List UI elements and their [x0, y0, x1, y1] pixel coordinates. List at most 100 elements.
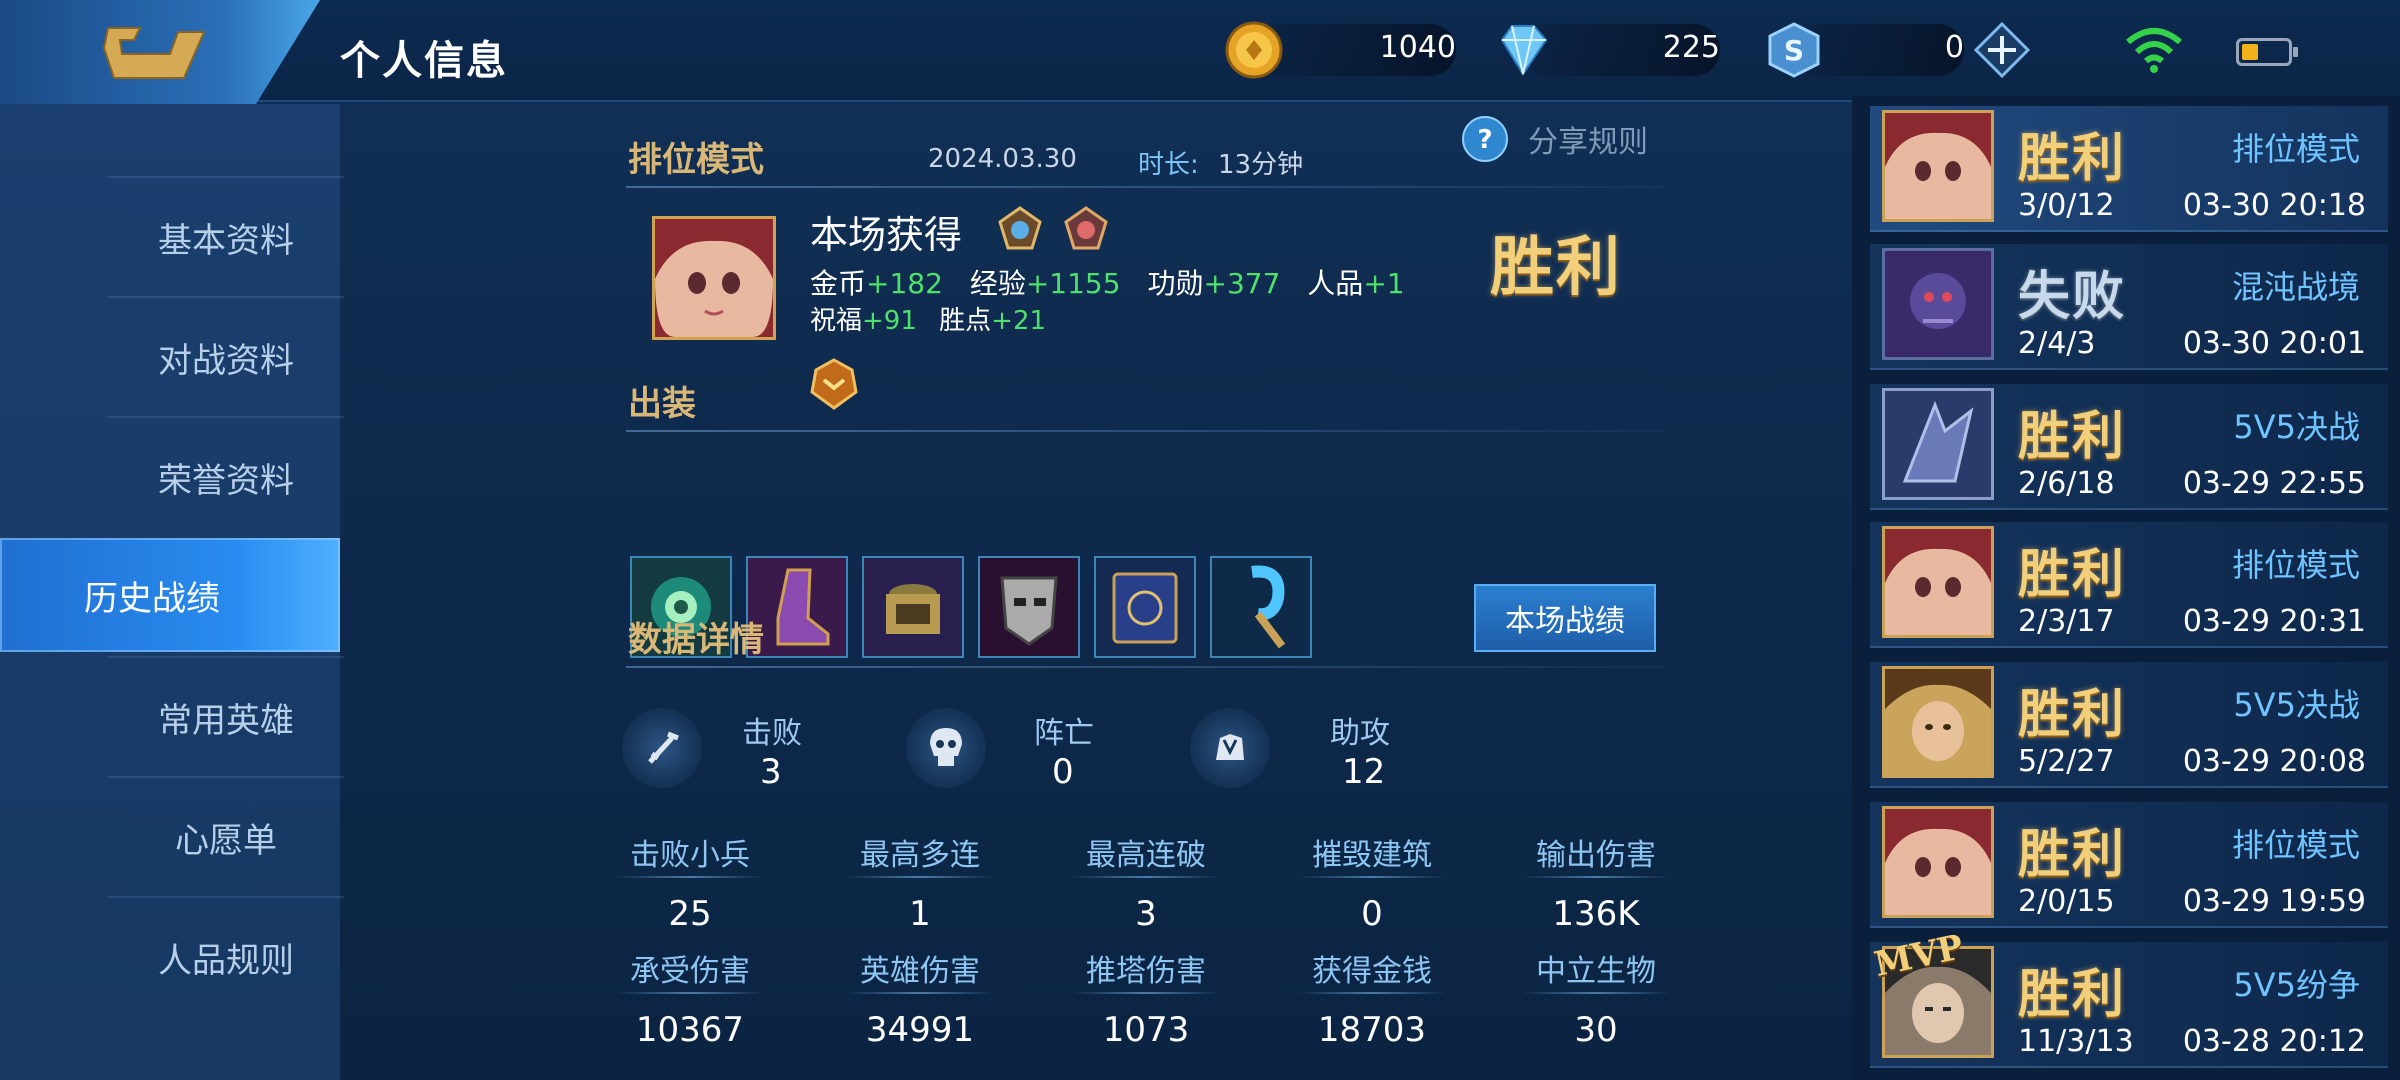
history-mode: 5V5决战	[2233, 408, 2360, 446]
stat-label: 英雄伤害	[860, 954, 980, 989]
share-rules-label: 分享规则	[1528, 125, 1648, 160]
match-result: 胜利	[1490, 230, 1622, 305]
history-time: 03-29 22:55	[2182, 466, 2366, 501]
history-item[interactable]: 胜利 2/6/18 5V5决战 03-29 22:55	[1852, 378, 2400, 516]
hero-thumbnail	[1882, 666, 1994, 778]
reward-value: +377	[1203, 267, 1281, 300]
reward-value: +1	[1363, 267, 1405, 300]
equipment-item-3[interactable]	[862, 556, 964, 658]
add-currency-button[interactable]	[1974, 22, 2030, 78]
divider	[845, 992, 995, 994]
divider	[1297, 992, 1447, 994]
equipment-title: 出装	[628, 384, 696, 424]
equipment-item-5[interactable]	[1094, 556, 1196, 658]
history-time: 03-30 20:01	[2182, 326, 2366, 361]
kills-label: 击败	[742, 716, 802, 751]
hero-thumbnail	[1882, 526, 1994, 638]
history-item[interactable]: MVP 胜利 11/3/13 5V5纷争 03-28 20:12	[1852, 927, 2400, 1074]
sidebar-item-basic-info[interactable]: 基本资料	[108, 176, 344, 296]
voucher-icon: S	[1768, 22, 1820, 78]
history-time: 03-29 20:08	[2182, 744, 2366, 779]
hero-thumbnail	[1882, 388, 1994, 500]
hero-thumbnail	[1882, 248, 1994, 360]
divider	[1071, 992, 1221, 994]
history-time: 03-29 19:59	[2182, 884, 2366, 919]
history-result: 胜利	[2018, 406, 2127, 467]
rewards-line-1: 金币+182 经验+1155 功勋+377 人品+1	[810, 262, 1405, 302]
history-kda: 2/3/17	[2018, 604, 2115, 639]
match-scoreboard-button[interactable]: 本场战绩	[1474, 584, 1656, 652]
kill-icon	[622, 708, 702, 788]
divider	[1071, 876, 1221, 878]
match-detail-panel: 排位模式 2024.03.30 时长: 13分钟 ? 分享规则 本场获得 胜利 …	[340, 104, 1860, 1080]
history-mode: 混沌战境	[2231, 268, 2360, 306]
match-date: 2024.03.30	[928, 144, 1077, 174]
gold-value: 1040	[1379, 30, 1456, 65]
sidebar-item-battle-info[interactable]: 对战资料	[108, 296, 344, 416]
history-time: 03-30 20:18	[2182, 188, 2366, 223]
history-item[interactable]: 胜利 3/0/12 排位模式 03-30 20:18	[1852, 100, 2400, 238]
history-result: 胜利	[2018, 824, 2127, 885]
history-item[interactable]: 胜利 5/2/27 5V5决战 03-29 20:08	[1852, 656, 2400, 794]
reward-label: 人品	[1307, 267, 1364, 300]
reward-value: +21	[991, 306, 1047, 336]
stat-label: 摧毁建筑	[1312, 838, 1432, 873]
stat-label: 获得金钱	[1312, 954, 1432, 989]
stat-label: 推塔伤害	[1086, 954, 1206, 989]
history-item[interactable]: 胜利 2/3/17 排位模式 03-29 20:31	[1852, 516, 2400, 654]
gold-counter: 1040	[1224, 20, 1456, 80]
history-mode: 排位模式	[2231, 546, 2360, 584]
share-rules-button[interactable]: ? 分享规则	[1460, 114, 1648, 164]
reward-label: 胜点	[939, 306, 992, 336]
assist-icon	[1190, 708, 1270, 788]
history-mode: 5V5纷争	[2233, 966, 2360, 1004]
stat-value: 1073	[1102, 1010, 1190, 1050]
sidebar-item-honor-info[interactable]: 荣誉资料	[108, 416, 344, 536]
voucher-value: 0	[1944, 30, 1964, 65]
reward-value: +91	[862, 306, 917, 336]
match-history-list: 胜利 3/0/12 排位模式 03-30 20:18 失败 2/4/3 混沌战境…	[1852, 96, 2400, 1080]
history-kda: 5/2/27	[2018, 744, 2115, 779]
history-kda: 2/4/3	[2018, 326, 2096, 361]
reward-value: +1155	[1025, 267, 1121, 300]
assists-label: 助攻	[1330, 716, 1390, 751]
divider	[1521, 876, 1671, 878]
sidebar-item-credit-rules[interactable]: 人品规则	[108, 896, 344, 1016]
equipment-item-6[interactable]	[1210, 556, 1312, 658]
reward-label: 祝福	[810, 306, 863, 336]
skill-badge-icon	[810, 358, 858, 410]
diamond-icon	[1500, 25, 1548, 76]
assists-value: 12	[1342, 752, 1386, 792]
sidebar-item-common-heroes[interactable]: 常用英雄	[108, 656, 344, 776]
history-item[interactable]: 失败 2/4/3 混沌战境 03-30 20:01	[1852, 238, 2400, 376]
voucher-counter: S 0	[1764, 20, 1964, 80]
stat-value: 1	[909, 894, 931, 934]
stat-value: 0	[1361, 894, 1383, 934]
obtained-title: 本场获得	[810, 213, 963, 257]
history-result: 失败	[2018, 266, 2127, 327]
rank-badge-icon	[1064, 206, 1108, 250]
divider	[626, 666, 1666, 668]
kills-value: 3	[760, 752, 782, 792]
history-item[interactable]: 胜利 2/0/15 排位模式 03-29 19:59	[1852, 796, 2400, 934]
question-icon: ?	[1462, 116, 1508, 162]
stat-value: 30	[1574, 1010, 1618, 1050]
rewards-line-2: 祝福+91 胜点+21	[810, 300, 1046, 337]
stat-value: 34991	[865, 1010, 975, 1050]
sidebar-item-label: 基本资料	[158, 220, 294, 261]
equipment-item-4[interactable]	[978, 556, 1080, 658]
history-time: 03-28 20:12	[2182, 1024, 2366, 1059]
reward-label: 经验	[969, 267, 1026, 300]
gold-coin-icon	[1225, 21, 1283, 79]
stat-label: 中立生物	[1536, 954, 1656, 989]
sidebar-item-match-history[interactable]: 历史战绩	[0, 538, 340, 652]
sidebar-item-label: 人品规则	[158, 940, 294, 981]
skull-icon	[906, 708, 986, 788]
reward-label: 功勋	[1147, 267, 1204, 300]
diamond-counter: 225	[1492, 20, 1720, 80]
history-result: 胜利	[2018, 544, 2127, 605]
sidebar-item-wishlist[interactable]: 心愿单	[108, 776, 344, 896]
history-result: 胜利	[2018, 964, 2127, 1025]
back-arrow-icon[interactable]	[100, 18, 210, 84]
match-mode-title: 排位模式	[628, 140, 764, 180]
